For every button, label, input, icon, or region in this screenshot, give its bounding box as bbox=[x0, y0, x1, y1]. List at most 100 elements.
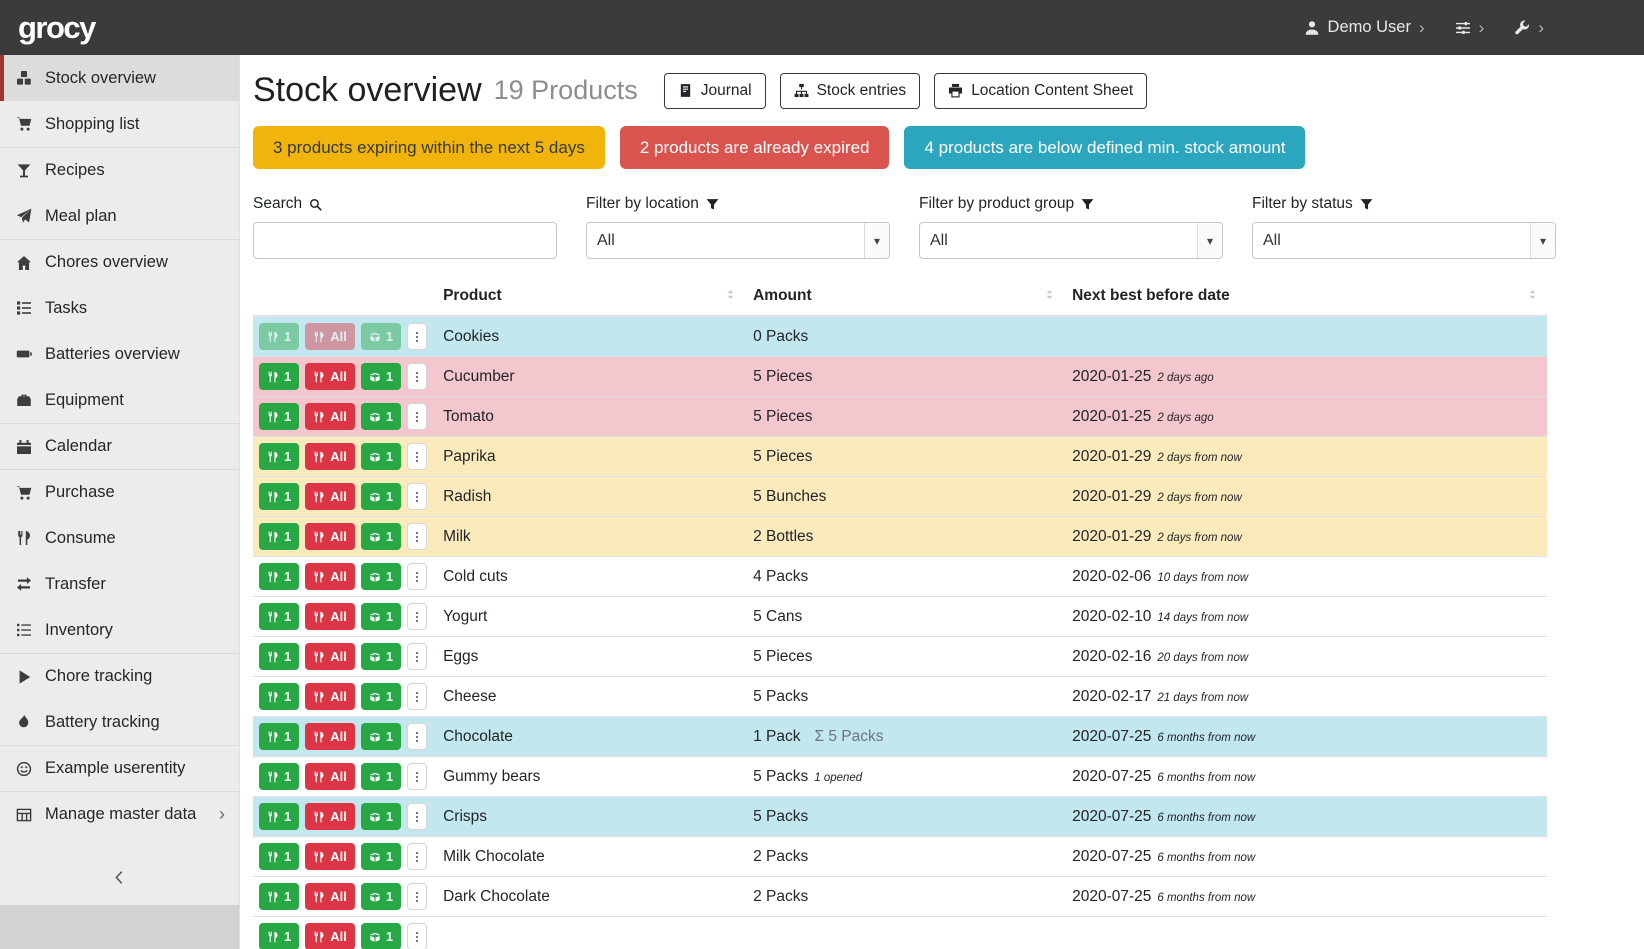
filter-by-product-group-select[interactable]: All bbox=[919, 222, 1223, 259]
consume-all-button[interactable]: All bbox=[305, 643, 355, 670]
open-one-button[interactable]: 1 bbox=[361, 723, 401, 750]
open-one-button[interactable]: 1 bbox=[361, 483, 401, 510]
journal-button[interactable]: Journal bbox=[664, 73, 766, 109]
sidebar-item-chores-overview[interactable]: Chores overview bbox=[0, 239, 239, 285]
column-header-bbd[interactable]: Next best before date bbox=[1064, 279, 1547, 316]
consume-one-button[interactable]: 1 bbox=[259, 403, 299, 430]
row-menu-button[interactable] bbox=[407, 883, 427, 910]
row-menu-button[interactable] bbox=[407, 563, 427, 590]
row-menu-button[interactable] bbox=[407, 323, 427, 350]
sidebar-item-purchase[interactable]: Purchase bbox=[0, 469, 239, 515]
consume-all-button[interactable]: All bbox=[305, 363, 355, 390]
consume-all-button[interactable]: All bbox=[305, 483, 355, 510]
sidebar-item-manage-master-data[interactable]: Manage master data› bbox=[0, 791, 239, 837]
admin-menu[interactable]: › bbox=[1514, 19, 1544, 36]
row-menu-button[interactable] bbox=[407, 923, 427, 949]
sidebar-collapse-button[interactable] bbox=[0, 849, 239, 905]
sidebar-item-batteries-overview[interactable]: Batteries overview bbox=[0, 331, 239, 377]
row-menu-button[interactable] bbox=[407, 403, 427, 430]
row-menu-button[interactable] bbox=[407, 523, 427, 550]
sidebar-item-transfer[interactable]: Transfer bbox=[0, 561, 239, 607]
banner-below-min-stock[interactable]: 4 products are below defined min. stock … bbox=[904, 126, 1305, 169]
consume-all-button[interactable]: All bbox=[305, 443, 355, 470]
consume-one-button[interactable]: 1 bbox=[259, 843, 299, 870]
consume-all-button[interactable]: All bbox=[305, 683, 355, 710]
consume-one-button[interactable]: 1 bbox=[259, 763, 299, 790]
open-one-button[interactable]: 1 bbox=[361, 563, 401, 590]
consume-all-button[interactable]: All bbox=[305, 323, 355, 350]
consume-all-button[interactable]: All bbox=[305, 563, 355, 590]
open-one-button[interactable]: 1 bbox=[361, 403, 401, 430]
row-menu-button[interactable] bbox=[407, 683, 427, 710]
row-menu-button[interactable] bbox=[407, 483, 427, 510]
open-one-button[interactable]: 1 bbox=[361, 603, 401, 630]
filter-by-location-select[interactable]: All bbox=[586, 222, 890, 259]
consume-one-button[interactable]: 1 bbox=[259, 563, 299, 590]
open-one-button[interactable]: 1 bbox=[361, 803, 401, 830]
consume-one-button[interactable]: 1 bbox=[259, 363, 299, 390]
row-menu-button[interactable] bbox=[407, 603, 427, 630]
consume-one-button[interactable]: 1 bbox=[259, 323, 299, 350]
consume-one-button[interactable]: 1 bbox=[259, 643, 299, 670]
sidebar-item-battery-tracking[interactable]: Battery tracking bbox=[0, 699, 239, 745]
search-input[interactable] bbox=[253, 222, 557, 259]
sidebar-item-chore-tracking[interactable]: Chore tracking bbox=[0, 653, 239, 699]
stock-entries-button[interactable]: Stock entries bbox=[780, 73, 921, 109]
sidebar-item-stock-overview[interactable]: Stock overview bbox=[0, 55, 239, 101]
box-open-icon bbox=[369, 491, 381, 503]
sidebar-item-calendar[interactable]: Calendar bbox=[0, 423, 239, 469]
consume-one-button[interactable]: 1 bbox=[259, 523, 299, 550]
sidebar-item-meal-plan[interactable]: Meal plan bbox=[0, 193, 239, 239]
sidebar-item-consume[interactable]: Consume bbox=[0, 515, 239, 561]
consume-one-button[interactable]: 1 bbox=[259, 483, 299, 510]
open-one-button[interactable]: 1 bbox=[361, 763, 401, 790]
row-menu-button[interactable] bbox=[407, 443, 427, 470]
consume-all-button[interactable]: All bbox=[305, 523, 355, 550]
user-menu[interactable]: Demo User › bbox=[1304, 18, 1425, 37]
consume-all-button[interactable]: All bbox=[305, 403, 355, 430]
row-menu-button[interactable] bbox=[407, 843, 427, 870]
row-menu-button[interactable] bbox=[407, 723, 427, 750]
open-one-button[interactable]: 1 bbox=[361, 643, 401, 670]
consume-one-button[interactable]: 1 bbox=[259, 723, 299, 750]
row-menu-button[interactable] bbox=[407, 363, 427, 390]
sidebar-item-equipment[interactable]: Equipment bbox=[0, 377, 239, 423]
consume-one-button[interactable]: 1 bbox=[259, 683, 299, 710]
open-one-button[interactable]: 1 bbox=[361, 923, 401, 949]
ellipsis-v-icon bbox=[411, 651, 423, 663]
sidebar-item-shopping-list[interactable]: Shopping list bbox=[0, 101, 239, 147]
consume-all-button[interactable]: All bbox=[305, 883, 355, 910]
consume-all-button[interactable]: All bbox=[305, 843, 355, 870]
consume-one-button[interactable]: 1 bbox=[259, 923, 299, 949]
open-one-button[interactable]: 1 bbox=[361, 843, 401, 870]
consume-one-button[interactable]: 1 bbox=[259, 443, 299, 470]
row-menu-button[interactable] bbox=[407, 643, 427, 670]
consume-all-button[interactable]: All bbox=[305, 603, 355, 630]
settings-menu[interactable]: › bbox=[1455, 19, 1485, 36]
open-one-button[interactable]: 1 bbox=[361, 523, 401, 550]
open-one-button[interactable]: 1 bbox=[361, 683, 401, 710]
banner-expiring-soon[interactable]: 3 products expiring within the next 5 da… bbox=[253, 126, 605, 169]
row-menu-button[interactable] bbox=[407, 803, 427, 830]
row-menu-button[interactable] bbox=[407, 763, 427, 790]
consume-all-button[interactable]: All bbox=[305, 923, 355, 949]
consume-all-button[interactable]: All bbox=[305, 803, 355, 830]
sidebar-item-example-userentity[interactable]: Example userentity bbox=[0, 745, 239, 791]
open-one-button[interactable]: 1 bbox=[361, 883, 401, 910]
open-one-button[interactable]: 1 bbox=[361, 363, 401, 390]
sidebar-item-tasks[interactable]: Tasks bbox=[0, 285, 239, 331]
column-header-amount[interactable]: Amount bbox=[745, 279, 1064, 316]
consume-one-button[interactable]: 1 bbox=[259, 603, 299, 630]
sidebar-item-inventory[interactable]: Inventory bbox=[0, 607, 239, 653]
location-content-sheet-button[interactable]: Location Content Sheet bbox=[934, 73, 1147, 109]
banner-already-expired[interactable]: 2 products are already expired bbox=[620, 126, 890, 169]
open-one-button[interactable]: 1 bbox=[361, 323, 401, 350]
consume-one-button[interactable]: 1 bbox=[259, 803, 299, 830]
consume-all-button[interactable]: All bbox=[305, 763, 355, 790]
consume-one-button[interactable]: 1 bbox=[259, 883, 299, 910]
sidebar-item-recipes[interactable]: Recipes bbox=[0, 147, 239, 193]
column-header-product[interactable]: Product bbox=[435, 279, 745, 316]
open-one-button[interactable]: 1 bbox=[361, 443, 401, 470]
filter-by-status-select[interactable]: All bbox=[1252, 222, 1556, 259]
consume-all-button[interactable]: All bbox=[305, 723, 355, 750]
